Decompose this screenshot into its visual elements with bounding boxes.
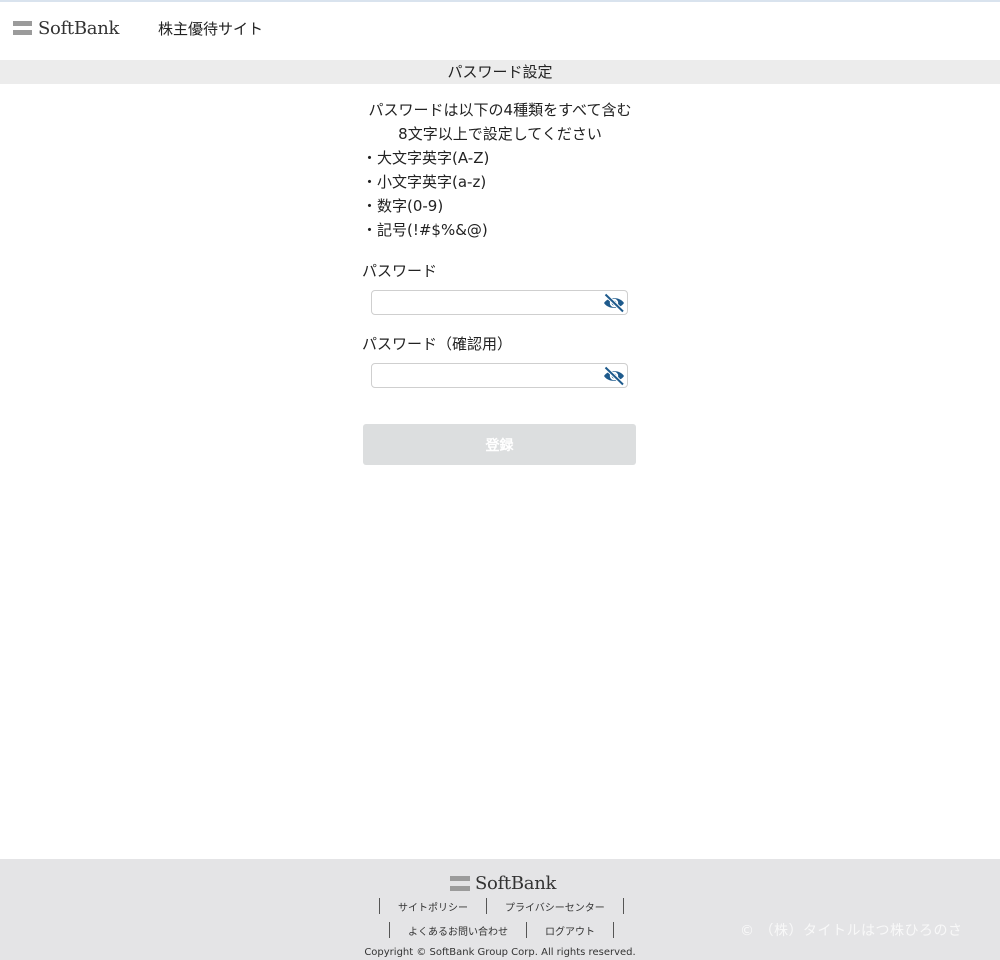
divider bbox=[622, 898, 624, 914]
eye-slash-icon[interactable] bbox=[601, 292, 627, 314]
password-label: パスワード bbox=[362, 262, 438, 280]
instructions: パスワードは以下の4種類をすべて含む 8文字以上で設定してください bbox=[362, 98, 638, 146]
rule-item: ・記号(!#$%&@) bbox=[362, 221, 488, 239]
rule-item: ・数字(0-9) bbox=[362, 197, 444, 215]
register-button[interactable]: 登録 bbox=[363, 424, 636, 465]
footer-softbank-logo[interactable]: SoftBank bbox=[450, 872, 556, 894]
header: SoftBank 株主優待サイト bbox=[0, 2, 1000, 60]
logo-text: SoftBank bbox=[38, 17, 120, 39]
password-form: パスワードは以下の4種類をすべて含む 8文字以上で設定してください ・大文字英字… bbox=[362, 98, 638, 465]
privacy-center-link[interactable]: プライバシーセンター bbox=[487, 899, 623, 914]
watermark: © （株）タイトルはつ株ひろのさ bbox=[740, 923, 963, 939]
logo-bars-icon bbox=[13, 21, 32, 35]
password-rules: ・大文字英字(A-Z) ・小文字英字(a-z) ・数字(0-9) ・記号(!#$… bbox=[362, 146, 638, 242]
footer-links-row-2: よくあるお問い合わせ ログアウト bbox=[389, 922, 614, 938]
footer-logo-text: SoftBank bbox=[475, 872, 557, 894]
divider bbox=[613, 922, 614, 938]
faq-link[interactable]: よくあるお問い合わせ bbox=[390, 923, 526, 938]
footer: SoftBank サイトポリシー プライバシーセンター よくあるお問い合わせ ロ… bbox=[0, 859, 1000, 960]
confirm-password-label: パスワード（確認用） bbox=[362, 335, 513, 353]
rule-item: ・大文字英字(A-Z) bbox=[362, 149, 490, 167]
logout-link[interactable]: ログアウト bbox=[527, 923, 613, 938]
eye-slash-icon[interactable] bbox=[601, 365, 627, 387]
logo-bars-icon bbox=[450, 875, 470, 891]
site-name: 株主優待サイト bbox=[158, 20, 264, 38]
password-field-wrapper bbox=[371, 290, 628, 315]
confirm-field-wrapper bbox=[371, 363, 628, 388]
instruction-line-1: パスワードは以下の4種類をすべて含む bbox=[368, 101, 632, 119]
confirm-password-input[interactable] bbox=[378, 364, 598, 387]
site-policy-link[interactable]: サイトポリシー bbox=[380, 899, 486, 914]
rule-item: ・小文字英字(a-z) bbox=[362, 173, 487, 191]
instruction-line-2: 8文字以上で設定してください bbox=[398, 125, 602, 143]
page-title: パスワード設定 bbox=[0, 60, 1000, 84]
softbank-logo[interactable]: SoftBank bbox=[13, 17, 119, 39]
password-input[interactable] bbox=[378, 291, 598, 314]
copyright: Copyright © SoftBank Group Corp. All rig… bbox=[364, 947, 636, 958]
footer-links-row-1: サイトポリシー プライバシーセンター bbox=[379, 898, 624, 914]
